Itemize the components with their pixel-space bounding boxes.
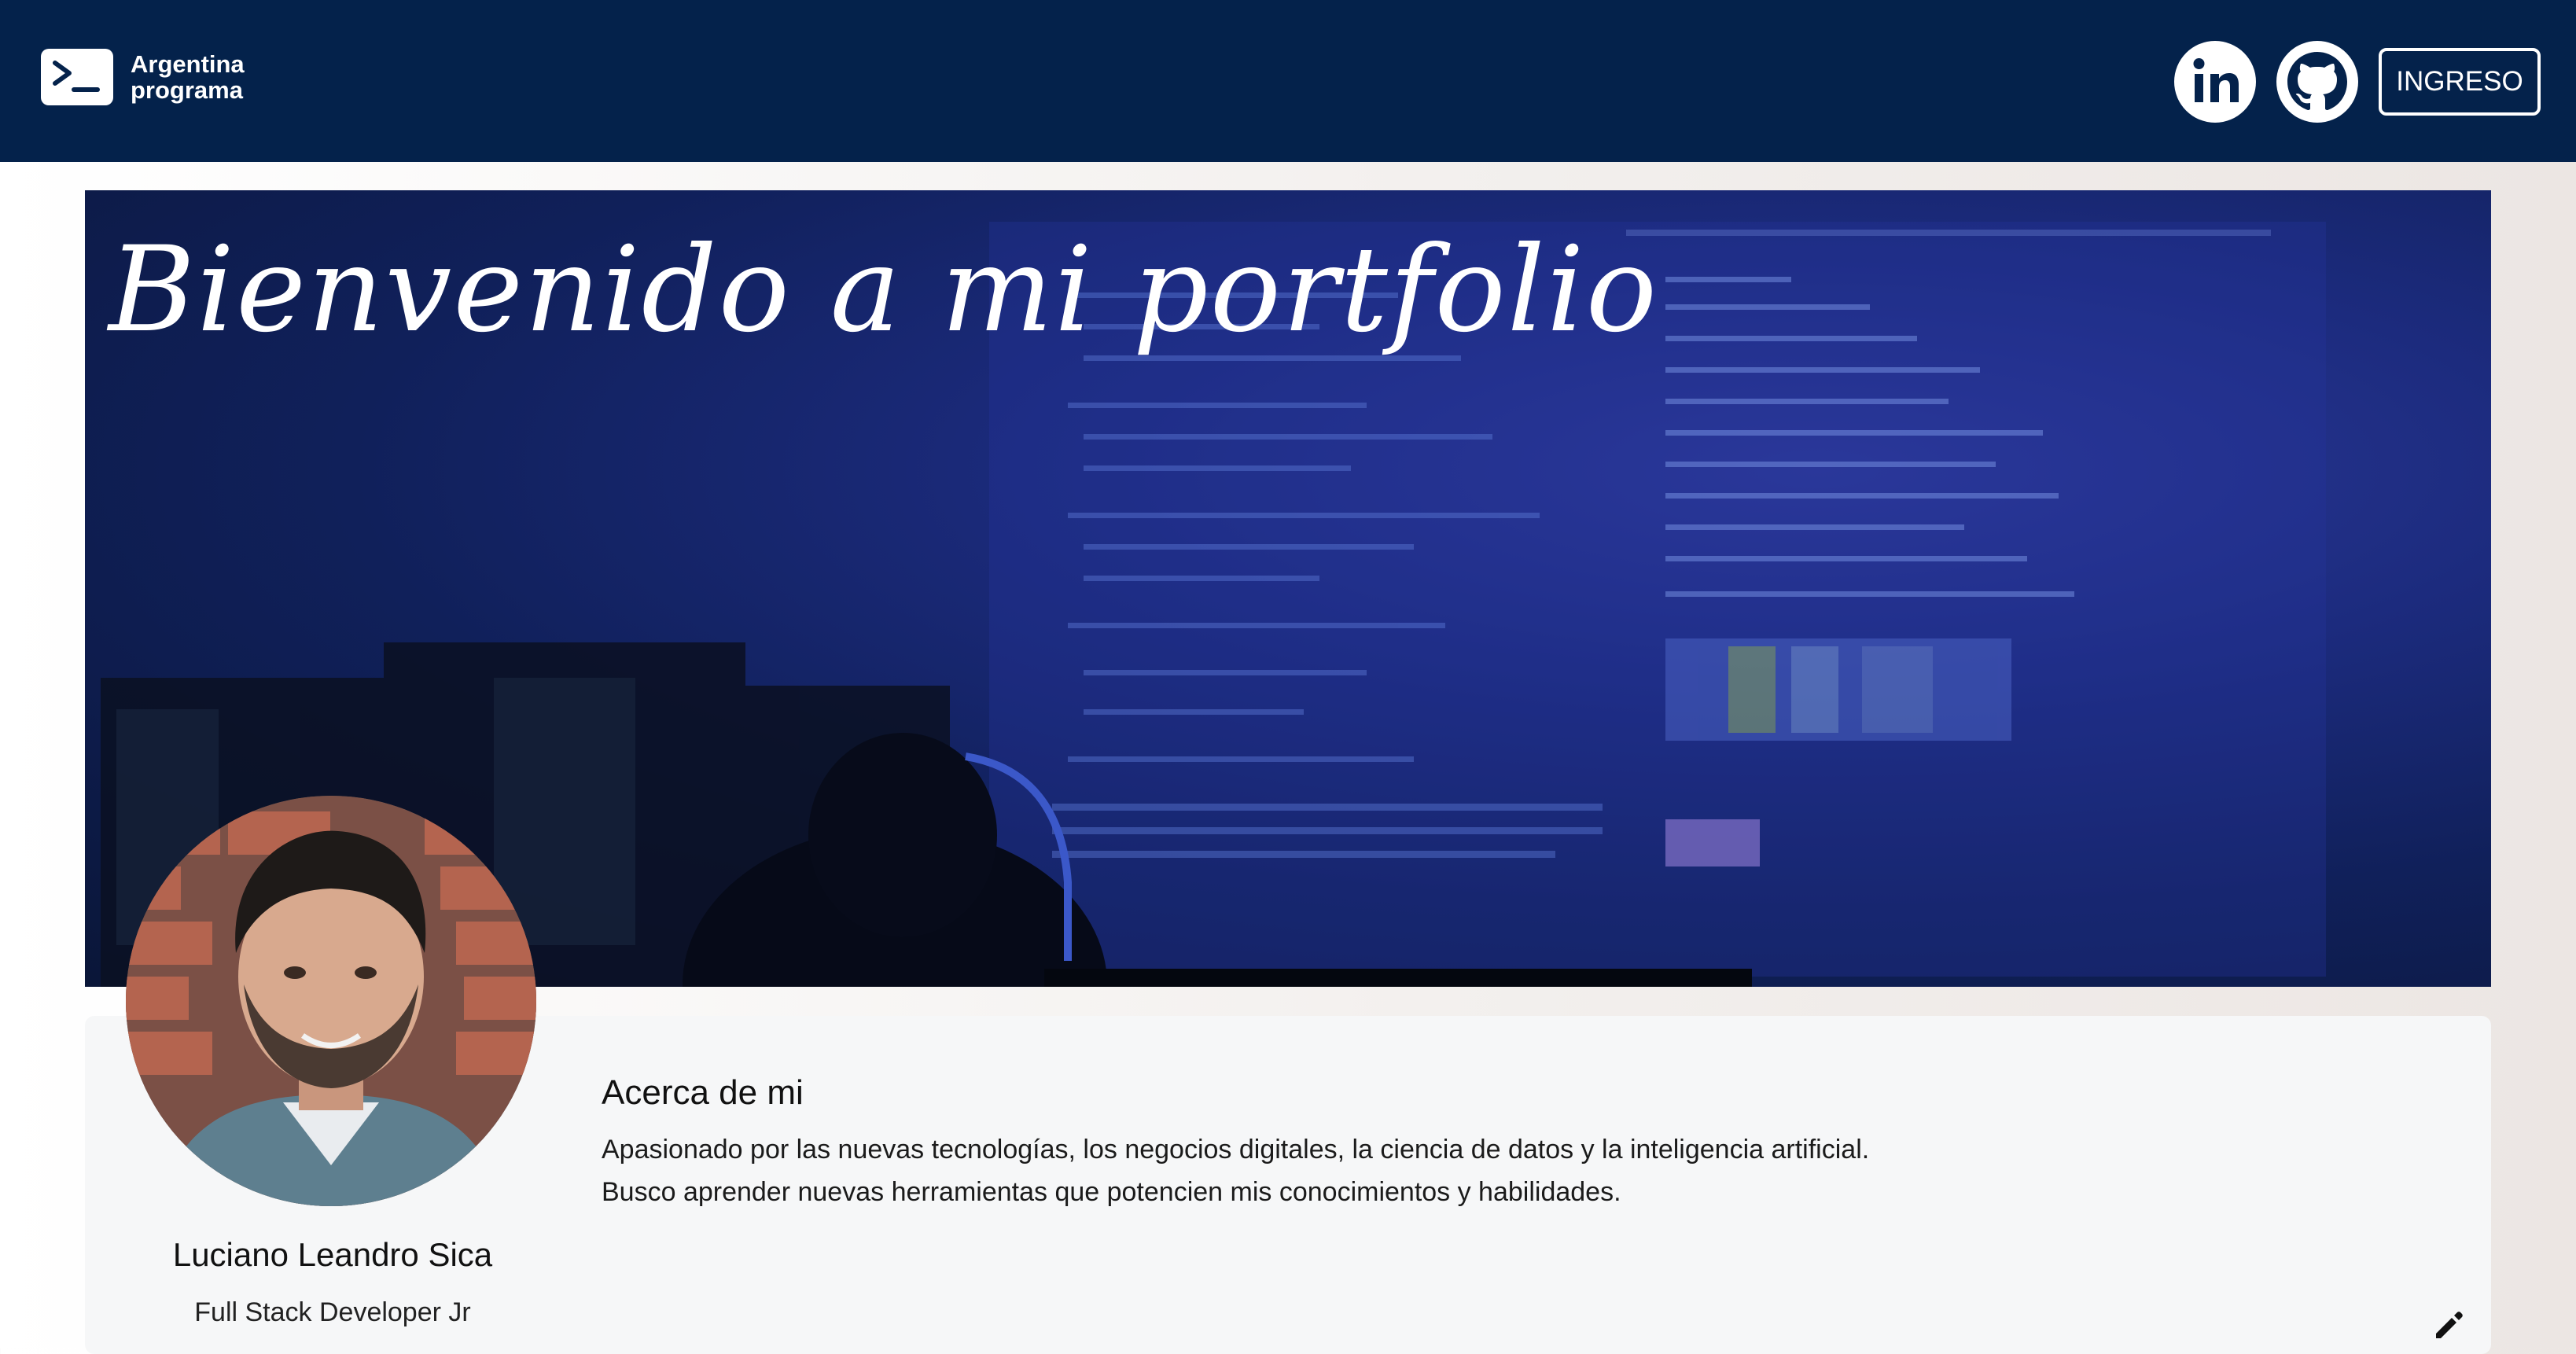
github-icon[interactable] [2276,41,2358,123]
brand-name: Argentina programa [131,51,245,103]
banner-title: Bienvenido a mi portfolio [109,222,1659,359]
about-title: Acerca de mi [602,1073,804,1112]
terminal-icon [41,49,113,105]
profile-name: Luciano Leandro Sica [172,1236,493,1273]
avatar [126,796,536,1206]
brand-logo[interactable]: Argentina programa [41,49,245,105]
nav-actions: INGRESO [2174,41,2541,123]
about-text-line-1: Apasionado por las nuevas tecnologías, l… [602,1135,1870,1165]
brand-line-1: Argentina [131,50,245,78]
about-text-line-2: Busco aprender nuevas herramientas que p… [602,1177,1621,1207]
login-button[interactable]: INGRESO [2379,48,2541,116]
navbar: Argentina programa INGRESO [0,0,2576,162]
brand-line-2: programa [131,76,243,104]
linkedin-icon[interactable] [2174,41,2256,123]
profile-role: Full Stack Developer Jr [194,1297,471,1327]
pencil-icon[interactable] [2431,1308,2466,1343]
